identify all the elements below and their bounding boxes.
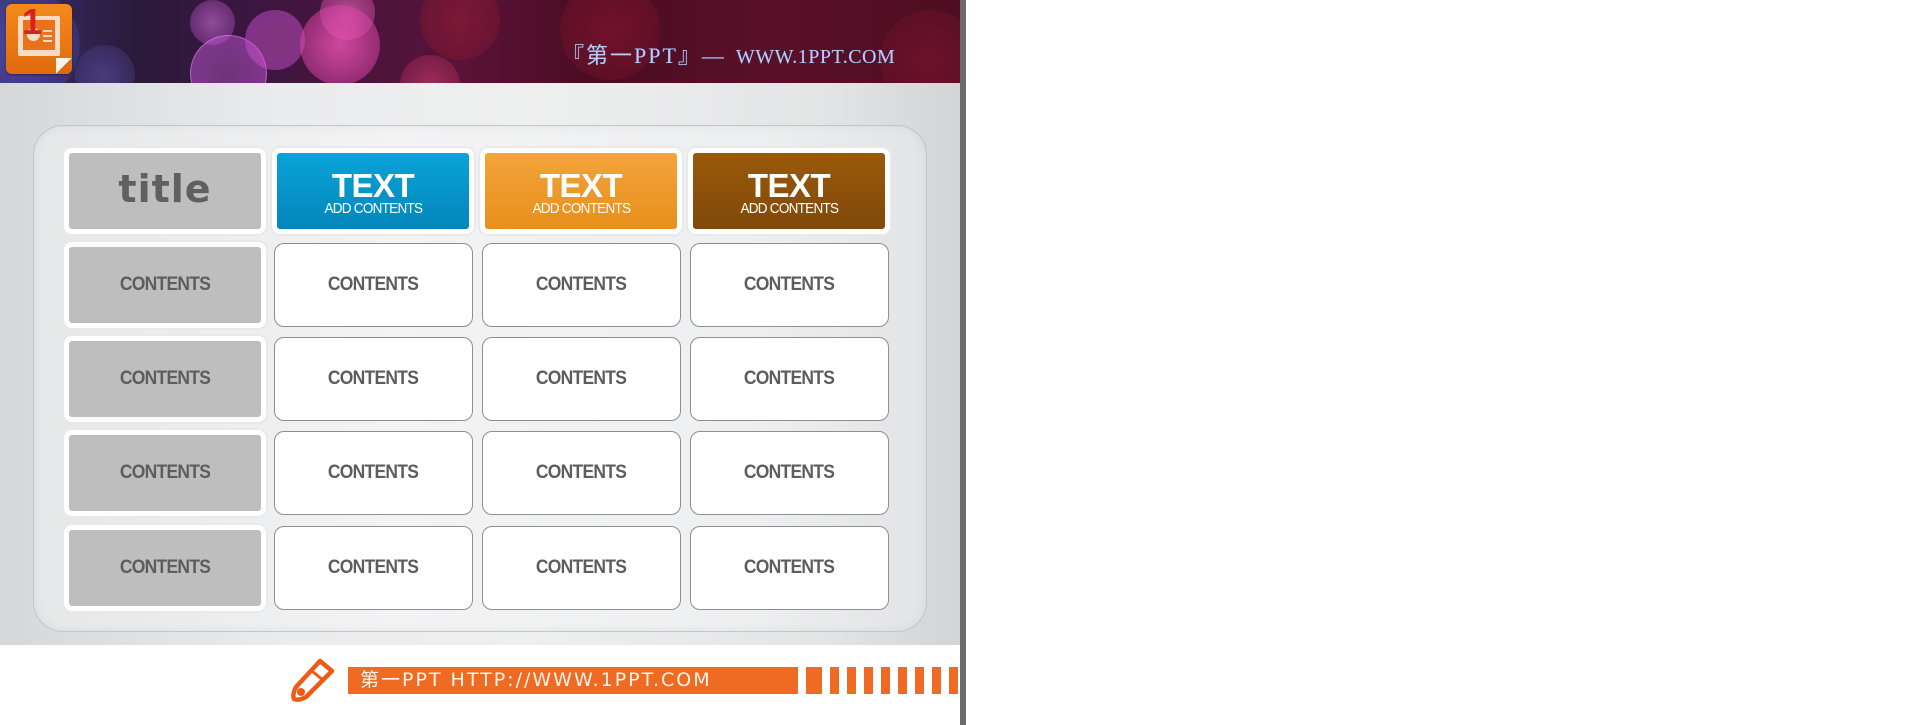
bokeh-decoration	[420, 0, 500, 60]
table-cell[interactable]: CONTENTS	[690, 526, 889, 610]
table-cell[interactable]: CONTENTS	[482, 337, 681, 421]
header-small-text: ADD CONTENTS	[740, 200, 839, 217]
brand-url: WWW.1PPT.COM	[735, 46, 896, 68]
header-banner: 1 『第一PPT』— WWW.1PPT.COM	[0, 0, 960, 83]
stripe	[806, 667, 822, 694]
bokeh-decoration	[75, 45, 135, 83]
brand-name: 『第一PPT』—	[562, 43, 726, 68]
table-header-col-1[interactable]: TEXT ADD CONTENTS	[272, 148, 474, 234]
header-brand: 『第一PPT』— WWW.1PPT.COM	[562, 38, 895, 70]
header-title-text: title	[118, 167, 212, 211]
bokeh-decoration	[300, 5, 380, 83]
table-cell[interactable]: CONTENTS	[690, 243, 889, 327]
table-header-title[interactable]: title	[64, 148, 266, 234]
table-cell[interactable]: CONTENTS	[274, 526, 473, 610]
table-cell[interactable]: CONTENTS	[64, 430, 266, 516]
table-cell[interactable]: CONTENTS	[482, 526, 681, 610]
page-curl-icon	[56, 58, 72, 74]
footer-stripes	[806, 667, 958, 694]
stripe	[898, 667, 907, 694]
slide: 1 『第一PPT』— WWW.1PPT.COM title TEXT ADD CO…	[0, 0, 960, 725]
table-cell[interactable]: CONTENTS	[274, 337, 473, 421]
pencil-icon	[291, 658, 335, 702]
footer-banner: 第一PPT HTTP://WWW.1PPT.COM	[348, 667, 798, 694]
table-cell[interactable]: CONTENTS	[482, 431, 681, 515]
table-cell[interactable]: CONTENTS	[64, 242, 266, 328]
header-small-text: ADD CONTENTS	[324, 200, 423, 217]
table-cell[interactable]: CONTENTS	[64, 336, 266, 422]
header-big-text: TEXT	[539, 167, 623, 204]
stripe	[915, 667, 924, 694]
bokeh-decoration	[245, 10, 305, 70]
stripe	[847, 667, 856, 694]
table-cell[interactable]: CONTENTS	[274, 431, 473, 515]
presentation-icon[interactable]: 1	[6, 4, 72, 74]
table-cell[interactable]: CONTENTS	[690, 337, 889, 421]
header-big-text: TEXT	[747, 167, 831, 204]
stripe	[830, 667, 839, 694]
stripe	[881, 667, 890, 694]
stripe	[864, 667, 873, 694]
header-small-text: ADD CONTENTS	[532, 200, 631, 217]
icon-badge: 1	[22, 1, 43, 42]
stripe	[949, 667, 958, 694]
table-header-col-3[interactable]: TEXT ADD CONTENTS	[688, 148, 890, 234]
table-cell[interactable]: CONTENTS	[274, 243, 473, 327]
table-header-col-2[interactable]: TEXT ADD CONTENTS	[480, 148, 682, 234]
window-divider[interactable]	[960, 0, 966, 725]
stripe	[932, 667, 941, 694]
header-big-text: TEXT	[331, 167, 415, 204]
table-cell[interactable]: CONTENTS	[482, 243, 681, 327]
main-area: title TEXT ADD CONTENTS TEXT ADD CONTENT…	[0, 83, 960, 645]
table-cell[interactable]: CONTENTS	[64, 525, 266, 611]
table-cell[interactable]: CONTENTS	[690, 431, 889, 515]
